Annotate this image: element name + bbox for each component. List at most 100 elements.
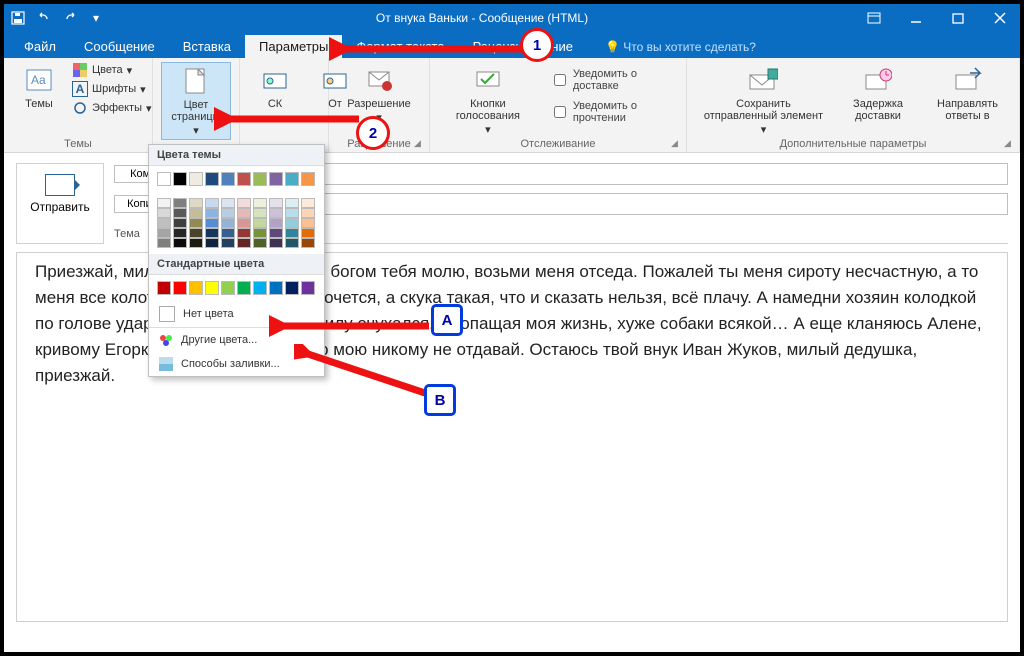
color-swatch[interactable] [237, 218, 251, 228]
color-swatch[interactable] [237, 238, 251, 248]
color-swatch[interactable] [237, 228, 251, 238]
read-receipt-checkbox[interactable]: Уведомить о прочтении [550, 100, 678, 124]
voting-buttons-button[interactable]: Кнопки голосования▾ [438, 62, 538, 138]
page-color-dropdown: Цвета темы Стандартные цвета Нет цвета Д… [148, 144, 325, 377]
tab-insert[interactable]: Вставка [169, 35, 245, 58]
color-swatch[interactable] [269, 172, 283, 186]
delay-delivery-button[interactable]: Задержка доставки [838, 62, 918, 124]
color-swatch[interactable] [269, 198, 283, 208]
tell-me[interactable]: 💡 Что вы хотите сделать? [587, 36, 770, 58]
tab-file[interactable]: Файл [10, 35, 70, 58]
color-swatch[interactable] [269, 238, 283, 248]
color-swatch[interactable] [189, 228, 203, 238]
minimize-button[interactable] [902, 8, 930, 28]
color-swatch[interactable] [285, 228, 299, 238]
color-swatch[interactable] [189, 238, 203, 248]
color-swatch[interactable] [301, 208, 315, 218]
send-button[interactable]: Отправить [16, 163, 104, 244]
color-swatch[interactable] [285, 281, 299, 295]
color-swatch[interactable] [285, 238, 299, 248]
permission-launcher[interactable]: ◢ [414, 138, 426, 150]
color-swatch[interactable] [205, 281, 219, 295]
color-swatch[interactable] [205, 198, 219, 208]
redo-icon[interactable] [62, 10, 78, 26]
themes-label: Темы [25, 98, 53, 110]
color-swatch[interactable] [221, 228, 235, 238]
color-swatch[interactable] [221, 198, 235, 208]
color-swatch[interactable] [301, 198, 315, 208]
color-swatch[interactable] [173, 172, 187, 186]
color-swatch[interactable] [301, 228, 315, 238]
qat-dropdown-icon[interactable]: ▾ [88, 10, 104, 26]
color-swatch[interactable] [221, 281, 235, 295]
color-swatch[interactable] [157, 198, 171, 208]
color-swatch[interactable] [285, 172, 299, 186]
color-swatch[interactable] [269, 281, 283, 295]
color-swatch[interactable] [237, 208, 251, 218]
tab-message[interactable]: Сообщение [70, 35, 169, 58]
color-swatch[interactable] [173, 281, 187, 295]
color-swatch[interactable] [253, 208, 267, 218]
color-swatch[interactable] [205, 208, 219, 218]
color-swatch[interactable] [253, 238, 267, 248]
color-swatch[interactable] [301, 172, 315, 186]
direct-replies-button[interactable]: Направлять ответы в [924, 62, 1011, 124]
color-swatch[interactable] [189, 198, 203, 208]
maximize-button[interactable] [944, 8, 972, 28]
color-swatch[interactable] [269, 228, 283, 238]
delivery-receipt-checkbox[interactable]: Уведомить о доставке [550, 68, 678, 92]
color-swatch[interactable] [237, 281, 251, 295]
save-icon[interactable] [10, 10, 26, 26]
color-swatch[interactable] [205, 218, 219, 228]
color-swatch[interactable] [173, 238, 187, 248]
undo-icon[interactable] [36, 10, 52, 26]
theme-fonts-button[interactable]: A Шрифты▾ [72, 81, 146, 97]
color-swatch[interactable] [269, 218, 283, 228]
color-swatch[interactable] [253, 172, 267, 186]
color-swatch[interactable] [301, 238, 315, 248]
color-swatch[interactable] [189, 172, 203, 186]
color-swatch[interactable] [253, 218, 267, 228]
color-swatch[interactable] [157, 208, 171, 218]
themes-button[interactable]: Aa Темы [12, 62, 66, 112]
color-swatch[interactable] [173, 218, 187, 228]
theme-colors-button[interactable]: Цвета▾ [72, 62, 132, 78]
color-swatch[interactable] [237, 198, 251, 208]
color-swatch[interactable] [205, 172, 219, 186]
color-swatch[interactable] [221, 218, 235, 228]
color-swatch[interactable] [173, 198, 187, 208]
color-swatch[interactable] [285, 208, 299, 218]
save-sent-button[interactable]: Сохранить отправленный элемент▾ [695, 62, 832, 138]
color-swatch[interactable] [173, 208, 187, 218]
color-swatch[interactable] [157, 172, 171, 186]
color-swatch[interactable] [221, 208, 235, 218]
color-swatch[interactable] [173, 228, 187, 238]
color-swatch[interactable] [205, 238, 219, 248]
fonts-icon: A [72, 81, 88, 97]
tab-options[interactable]: Параметры [245, 35, 342, 58]
color-swatch[interactable] [189, 208, 203, 218]
close-button[interactable] [986, 8, 1014, 28]
color-swatch[interactable] [301, 281, 315, 295]
color-swatch[interactable] [157, 281, 171, 295]
ribbon-display-icon[interactable] [860, 8, 888, 28]
color-swatch[interactable] [157, 218, 171, 228]
color-swatch[interactable] [221, 238, 235, 248]
theme-effects-button[interactable]: Эффекты▾ [72, 100, 152, 116]
color-swatch[interactable] [285, 218, 299, 228]
color-swatch[interactable] [189, 281, 203, 295]
color-swatch[interactable] [253, 198, 267, 208]
color-swatch[interactable] [189, 218, 203, 228]
color-swatch[interactable] [157, 228, 171, 238]
tracking-launcher[interactable]: ◢ [671, 138, 683, 150]
color-swatch[interactable] [237, 172, 251, 186]
more-launcher[interactable]: ◢ [1004, 138, 1016, 150]
color-swatch[interactable] [205, 228, 219, 238]
color-swatch[interactable] [157, 238, 171, 248]
color-swatch[interactable] [221, 172, 235, 186]
color-swatch[interactable] [269, 208, 283, 218]
color-swatch[interactable] [253, 228, 267, 238]
color-swatch[interactable] [253, 281, 267, 295]
color-swatch[interactable] [285, 198, 299, 208]
color-swatch[interactable] [301, 218, 315, 228]
